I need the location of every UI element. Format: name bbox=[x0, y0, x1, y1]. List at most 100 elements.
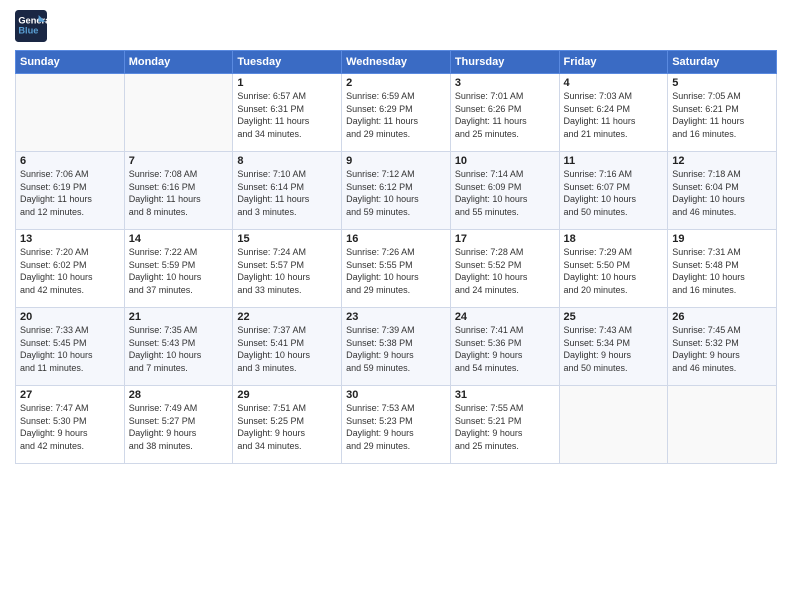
day-info: Sunrise: 7:33 AM Sunset: 5:45 PM Dayligh… bbox=[20, 324, 120, 374]
day-number: 15 bbox=[237, 233, 337, 245]
calendar-cell bbox=[668, 386, 777, 464]
day-info: Sunrise: 7:35 AM Sunset: 5:43 PM Dayligh… bbox=[129, 324, 229, 374]
calendar-cell: 5Sunrise: 7:05 AM Sunset: 6:21 PM Daylig… bbox=[668, 74, 777, 152]
day-number: 19 bbox=[672, 233, 772, 245]
day-number: 3 bbox=[455, 77, 555, 89]
day-number: 5 bbox=[672, 77, 772, 89]
calendar-cell: 1Sunrise: 6:57 AM Sunset: 6:31 PM Daylig… bbox=[233, 74, 342, 152]
calendar-cell: 22Sunrise: 7:37 AM Sunset: 5:41 PM Dayli… bbox=[233, 308, 342, 386]
day-number: 11 bbox=[564, 155, 664, 167]
day-number: 18 bbox=[564, 233, 664, 245]
calendar-cell: 21Sunrise: 7:35 AM Sunset: 5:43 PM Dayli… bbox=[124, 308, 233, 386]
day-info: Sunrise: 7:47 AM Sunset: 5:30 PM Dayligh… bbox=[20, 402, 120, 452]
day-number: 24 bbox=[455, 311, 555, 323]
calendar-cell: 16Sunrise: 7:26 AM Sunset: 5:55 PM Dayli… bbox=[342, 230, 451, 308]
day-number: 4 bbox=[564, 77, 664, 89]
day-info: Sunrise: 7:41 AM Sunset: 5:36 PM Dayligh… bbox=[455, 324, 555, 374]
day-number: 10 bbox=[455, 155, 555, 167]
calendar-week-row: 6Sunrise: 7:06 AM Sunset: 6:19 PM Daylig… bbox=[16, 152, 777, 230]
day-info: Sunrise: 7:16 AM Sunset: 6:07 PM Dayligh… bbox=[564, 168, 664, 218]
calendar-cell: 26Sunrise: 7:45 AM Sunset: 5:32 PM Dayli… bbox=[668, 308, 777, 386]
day-number: 9 bbox=[346, 155, 446, 167]
day-number: 23 bbox=[346, 311, 446, 323]
day-number: 7 bbox=[129, 155, 229, 167]
calendar-cell: 24Sunrise: 7:41 AM Sunset: 5:36 PM Dayli… bbox=[450, 308, 559, 386]
day-info: Sunrise: 7:01 AM Sunset: 6:26 PM Dayligh… bbox=[455, 90, 555, 140]
calendar-cell: 19Sunrise: 7:31 AM Sunset: 5:48 PM Dayli… bbox=[668, 230, 777, 308]
calendar-cell: 23Sunrise: 7:39 AM Sunset: 5:38 PM Dayli… bbox=[342, 308, 451, 386]
day-info: Sunrise: 7:51 AM Sunset: 5:25 PM Dayligh… bbox=[237, 402, 337, 452]
day-number: 25 bbox=[564, 311, 664, 323]
calendar-cell: 15Sunrise: 7:24 AM Sunset: 5:57 PM Dayli… bbox=[233, 230, 342, 308]
day-info: Sunrise: 7:49 AM Sunset: 5:27 PM Dayligh… bbox=[129, 402, 229, 452]
day-info: Sunrise: 7:37 AM Sunset: 5:41 PM Dayligh… bbox=[237, 324, 337, 374]
calendar-cell: 13Sunrise: 7:20 AM Sunset: 6:02 PM Dayli… bbox=[16, 230, 125, 308]
calendar-table: SundayMondayTuesdayWednesdayThursdayFrid… bbox=[15, 50, 777, 464]
calendar-cell: 14Sunrise: 7:22 AM Sunset: 5:59 PM Dayli… bbox=[124, 230, 233, 308]
day-info: Sunrise: 7:10 AM Sunset: 6:14 PM Dayligh… bbox=[237, 168, 337, 218]
calendar-cell: 18Sunrise: 7:29 AM Sunset: 5:50 PM Dayli… bbox=[559, 230, 668, 308]
day-number: 30 bbox=[346, 389, 446, 401]
day-number: 17 bbox=[455, 233, 555, 245]
day-number: 6 bbox=[20, 155, 120, 167]
calendar-cell: 31Sunrise: 7:55 AM Sunset: 5:21 PM Dayli… bbox=[450, 386, 559, 464]
calendar-cell: 7Sunrise: 7:08 AM Sunset: 6:16 PM Daylig… bbox=[124, 152, 233, 230]
logo-icon: General Blue bbox=[15, 10, 47, 42]
day-info: Sunrise: 7:39 AM Sunset: 5:38 PM Dayligh… bbox=[346, 324, 446, 374]
day-number: 26 bbox=[672, 311, 772, 323]
day-info: Sunrise: 7:28 AM Sunset: 5:52 PM Dayligh… bbox=[455, 246, 555, 296]
calendar-cell: 8Sunrise: 7:10 AM Sunset: 6:14 PM Daylig… bbox=[233, 152, 342, 230]
calendar-cell: 11Sunrise: 7:16 AM Sunset: 6:07 PM Dayli… bbox=[559, 152, 668, 230]
day-of-week-header: Tuesday bbox=[233, 51, 342, 74]
day-info: Sunrise: 6:59 AM Sunset: 6:29 PM Dayligh… bbox=[346, 90, 446, 140]
day-info: Sunrise: 7:45 AM Sunset: 5:32 PM Dayligh… bbox=[672, 324, 772, 374]
day-number: 31 bbox=[455, 389, 555, 401]
day-info: Sunrise: 7:55 AM Sunset: 5:21 PM Dayligh… bbox=[455, 402, 555, 452]
calendar-week-row: 13Sunrise: 7:20 AM Sunset: 6:02 PM Dayli… bbox=[16, 230, 777, 308]
day-info: Sunrise: 7:18 AM Sunset: 6:04 PM Dayligh… bbox=[672, 168, 772, 218]
day-info: Sunrise: 7:24 AM Sunset: 5:57 PM Dayligh… bbox=[237, 246, 337, 296]
header-row: SundayMondayTuesdayWednesdayThursdayFrid… bbox=[16, 51, 777, 74]
day-number: 29 bbox=[237, 389, 337, 401]
day-number: 20 bbox=[20, 311, 120, 323]
day-number: 14 bbox=[129, 233, 229, 245]
calendar-cell: 9Sunrise: 7:12 AM Sunset: 6:12 PM Daylig… bbox=[342, 152, 451, 230]
day-number: 2 bbox=[346, 77, 446, 89]
day-number: 13 bbox=[20, 233, 120, 245]
calendar-cell bbox=[16, 74, 125, 152]
calendar-cell: 30Sunrise: 7:53 AM Sunset: 5:23 PM Dayli… bbox=[342, 386, 451, 464]
day-number: 8 bbox=[237, 155, 337, 167]
logo: General Blue bbox=[15, 10, 47, 42]
calendar-week-row: 20Sunrise: 7:33 AM Sunset: 5:45 PM Dayli… bbox=[16, 308, 777, 386]
day-info: Sunrise: 7:08 AM Sunset: 6:16 PM Dayligh… bbox=[129, 168, 229, 218]
day-number: 27 bbox=[20, 389, 120, 401]
calendar-cell: 17Sunrise: 7:28 AM Sunset: 5:52 PM Dayli… bbox=[450, 230, 559, 308]
day-number: 1 bbox=[237, 77, 337, 89]
day-of-week-header: Wednesday bbox=[342, 51, 451, 74]
day-number: 21 bbox=[129, 311, 229, 323]
svg-text:Blue: Blue bbox=[18, 26, 38, 36]
calendar-cell: 25Sunrise: 7:43 AM Sunset: 5:34 PM Dayli… bbox=[559, 308, 668, 386]
day-info: Sunrise: 7:05 AM Sunset: 6:21 PM Dayligh… bbox=[672, 90, 772, 140]
calendar-week-row: 1Sunrise: 6:57 AM Sunset: 6:31 PM Daylig… bbox=[16, 74, 777, 152]
calendar-cell bbox=[559, 386, 668, 464]
day-of-week-header: Saturday bbox=[668, 51, 777, 74]
day-number: 16 bbox=[346, 233, 446, 245]
calendar-cell: 4Sunrise: 7:03 AM Sunset: 6:24 PM Daylig… bbox=[559, 74, 668, 152]
day-info: Sunrise: 7:06 AM Sunset: 6:19 PM Dayligh… bbox=[20, 168, 120, 218]
day-number: 22 bbox=[237, 311, 337, 323]
day-info: Sunrise: 7:14 AM Sunset: 6:09 PM Dayligh… bbox=[455, 168, 555, 218]
day-number: 28 bbox=[129, 389, 229, 401]
calendar-cell: 3Sunrise: 7:01 AM Sunset: 6:26 PM Daylig… bbox=[450, 74, 559, 152]
calendar-cell: 10Sunrise: 7:14 AM Sunset: 6:09 PM Dayli… bbox=[450, 152, 559, 230]
day-info: Sunrise: 7:53 AM Sunset: 5:23 PM Dayligh… bbox=[346, 402, 446, 452]
day-of-week-header: Friday bbox=[559, 51, 668, 74]
calendar-cell: 6Sunrise: 7:06 AM Sunset: 6:19 PM Daylig… bbox=[16, 152, 125, 230]
day-info: Sunrise: 7:43 AM Sunset: 5:34 PM Dayligh… bbox=[564, 324, 664, 374]
calendar-week-row: 27Sunrise: 7:47 AM Sunset: 5:30 PM Dayli… bbox=[16, 386, 777, 464]
day-info: Sunrise: 7:26 AM Sunset: 5:55 PM Dayligh… bbox=[346, 246, 446, 296]
day-info: Sunrise: 7:29 AM Sunset: 5:50 PM Dayligh… bbox=[564, 246, 664, 296]
page: General Blue SundayMondayTuesdayWednesda… bbox=[0, 0, 792, 612]
day-info: Sunrise: 7:03 AM Sunset: 6:24 PM Dayligh… bbox=[564, 90, 664, 140]
day-info: Sunrise: 7:31 AM Sunset: 5:48 PM Dayligh… bbox=[672, 246, 772, 296]
